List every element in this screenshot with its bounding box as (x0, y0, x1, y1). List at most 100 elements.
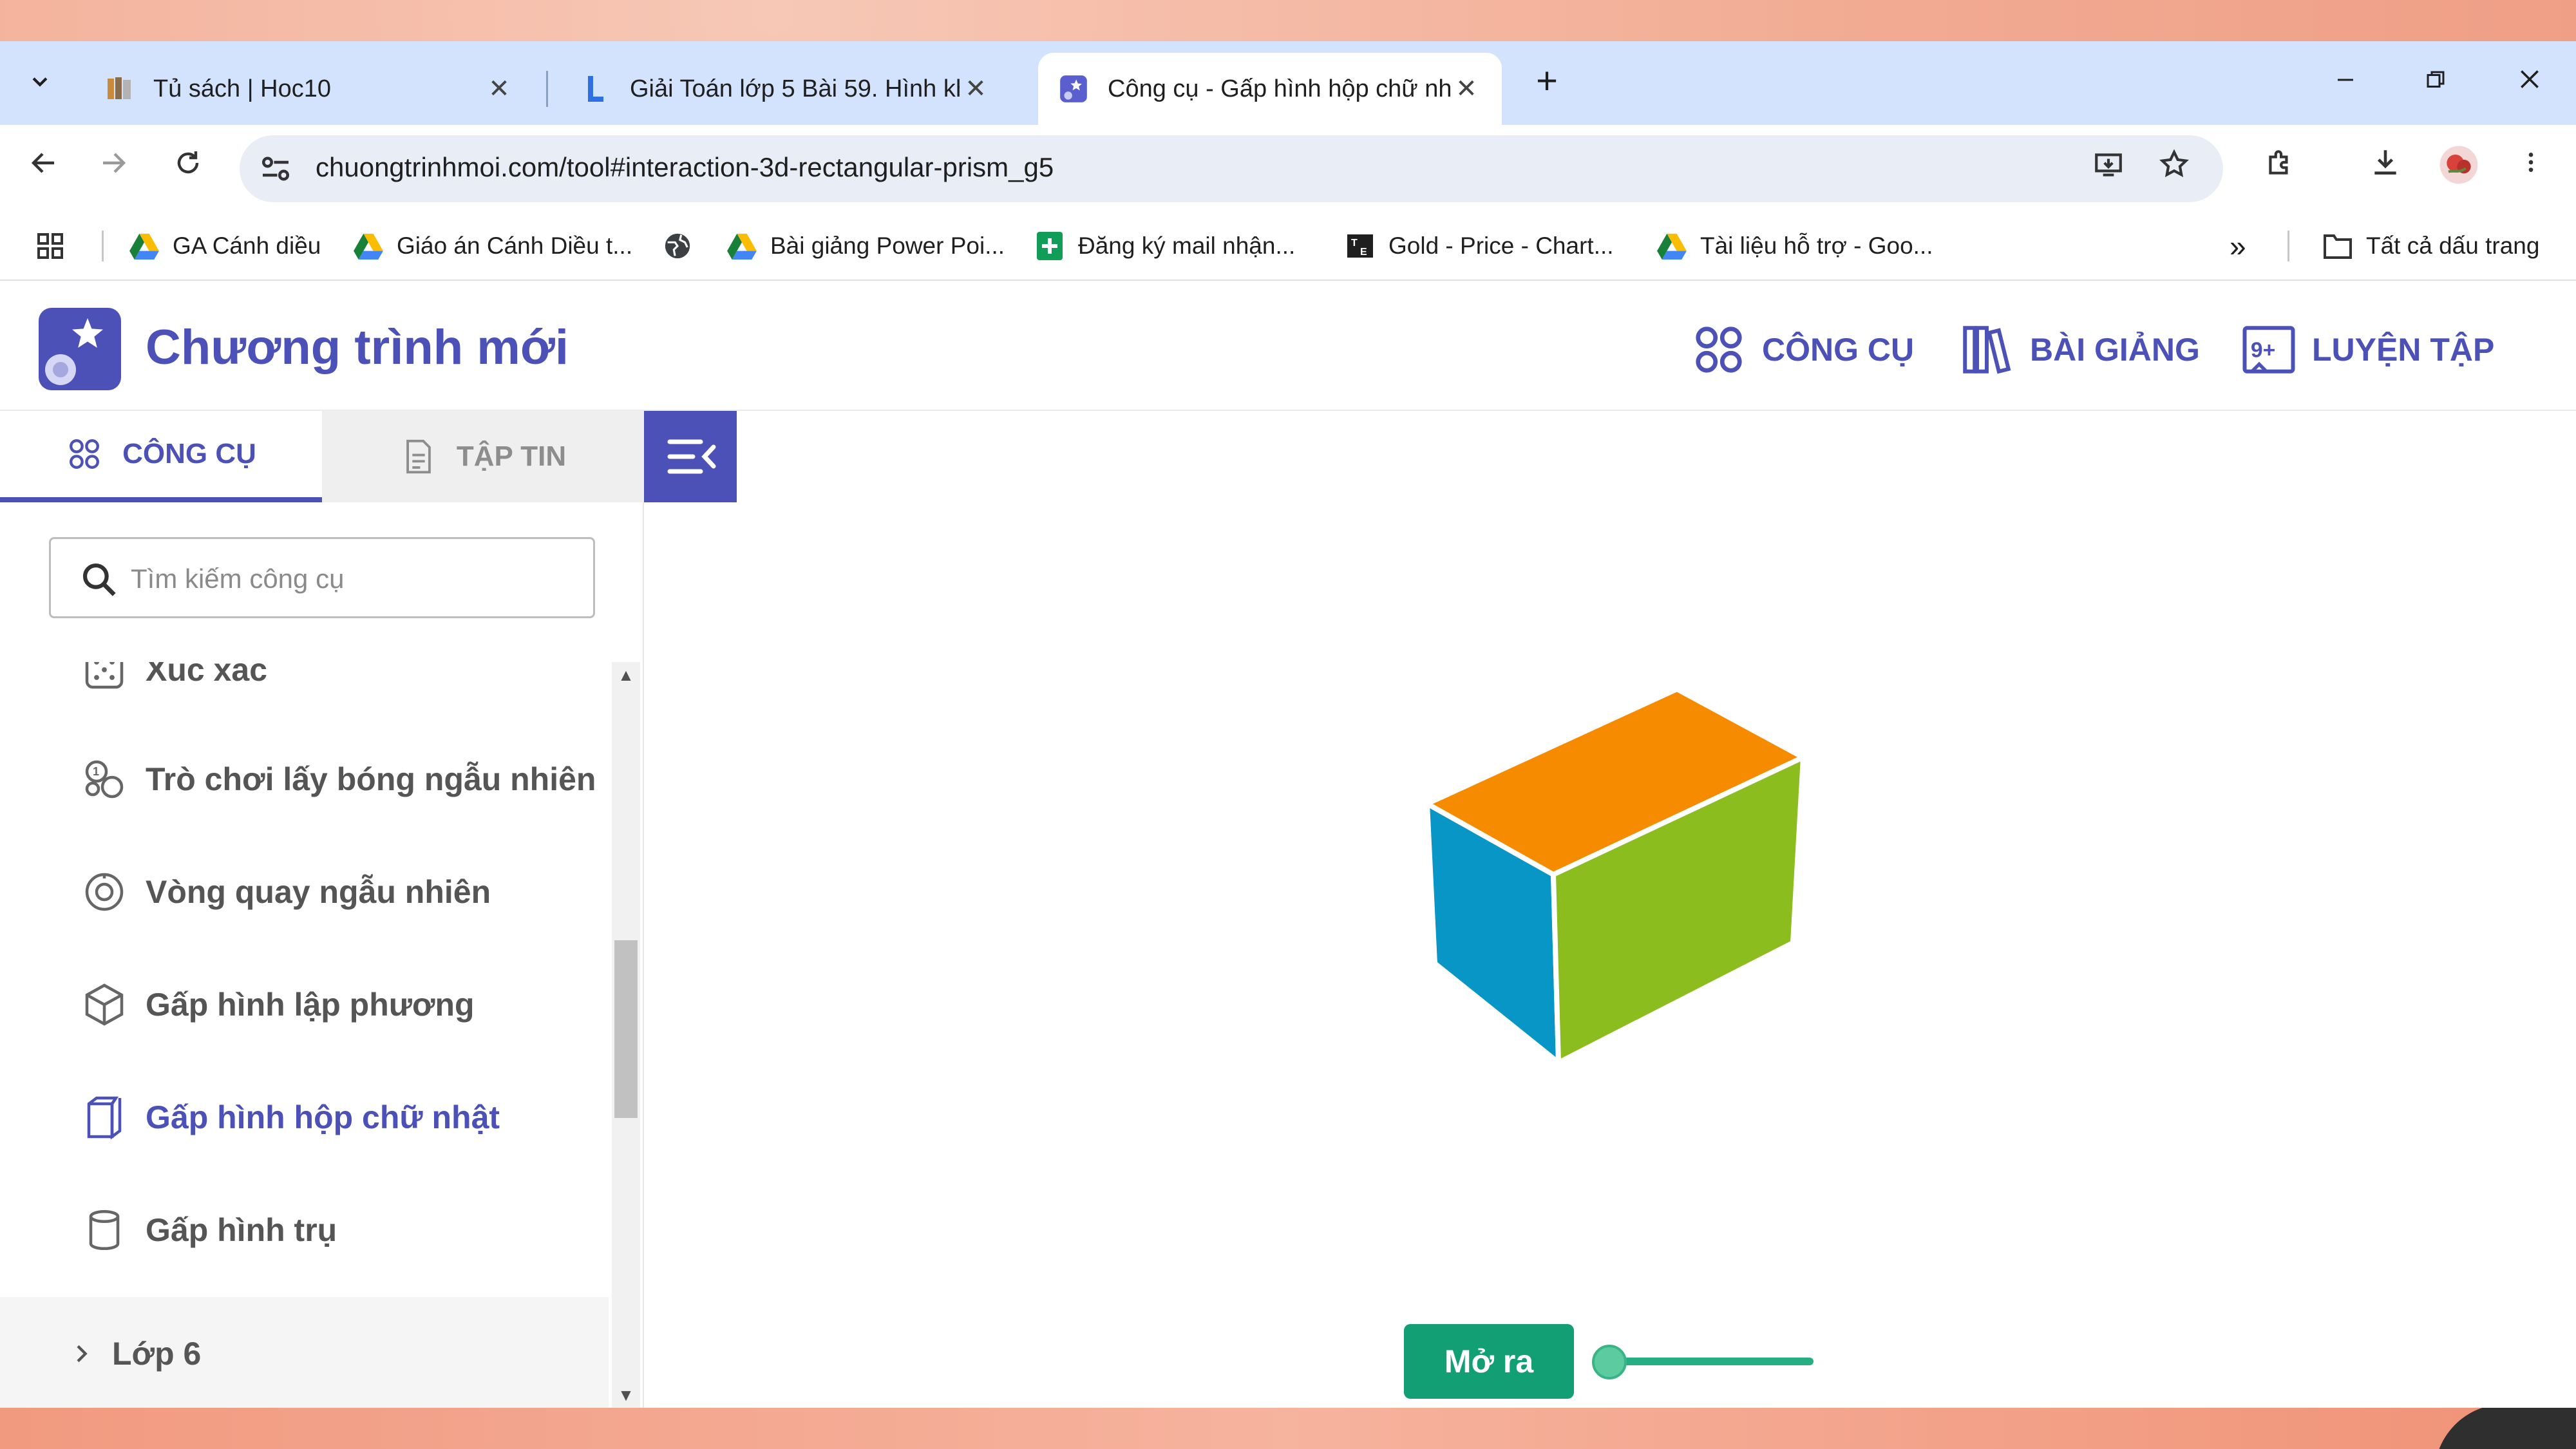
list-item-tro-choi-bong[interactable]: 1 Trò chơi lấy bóng ngẫu nhiên (0, 734, 609, 824)
bookmark-label: GA Cánh diều (173, 232, 321, 259)
all-bookmarks-label: Tất cả dấu trang (2366, 232, 2540, 259)
dice-icon (85, 662, 124, 689)
apps-button[interactable] (35, 229, 66, 263)
close-window-button[interactable] (2497, 57, 2562, 108)
tab-cong-cu[interactable]: Công cụ - Gấp hình hộp chữ nhật ✕ (1038, 53, 1502, 125)
svg-text:1: 1 (93, 765, 99, 778)
collapse-sidebar-button[interactable] (644, 411, 737, 502)
reload-button[interactable] (165, 144, 211, 191)
bookmark-star-icon[interactable] (2154, 148, 2195, 189)
bookmarks-overflow-button[interactable]: » (2230, 229, 2246, 263)
site-settings-icon[interactable] (256, 149, 295, 188)
all-bookmarks-button[interactable]: Tất cả dấu trang (2321, 229, 2539, 263)
tab-hoc10[interactable]: Tủ sách | Hoc10 ✕ (84, 53, 535, 125)
list-item-label: Xúc xắc (146, 662, 268, 688)
nine-plus-icon: 9+ (2242, 326, 2295, 374)
more-vertical-icon (2528, 153, 2533, 172)
bookmark-globe[interactable] (661, 229, 706, 263)
close-icon[interactable]: ✕ (483, 74, 515, 104)
url-text: chuongtrinhmoi.com/tool#interaction-3d-r… (316, 152, 1054, 182)
close-icon[interactable]: ✕ (1450, 74, 1482, 104)
google-drive-icon (725, 229, 759, 263)
restore-icon (2427, 71, 2445, 88)
forward-button[interactable] (90, 144, 137, 191)
site-logo-icon[interactable] (39, 308, 121, 390)
nav-label: BÀI GIẢNG (2030, 332, 2200, 368)
bookmark-gold-price[interactable]: TE Gold - Price - Chart... (1343, 229, 1614, 263)
rectangular-prism-3d[interactable] (1404, 689, 1868, 1101)
close-icon[interactable]: ✕ (960, 74, 992, 104)
extensions-button[interactable] (2257, 144, 2303, 191)
collapse-menu-icon (667, 439, 716, 474)
google-drive-icon (352, 229, 385, 263)
desktop-background-bottom (0, 1408, 2576, 1449)
tab-tap-tin[interactable]: TẬP TIN (322, 411, 644, 502)
bookmark-giao-an[interactable]: Giáo án Cánh Diều t... (352, 229, 632, 263)
puzzle-icon (2269, 150, 2288, 175)
bookmark-dang-ky-mail[interactable]: Đăng ký mail nhận... (1033, 229, 1295, 263)
tool-search-input[interactable] (131, 558, 575, 600)
apps-grid-icon (37, 233, 63, 259)
minimize-button[interactable] (2313, 57, 2378, 108)
te-icon: TE (1343, 229, 1377, 263)
nav-cong-cu[interactable]: CÔNG CỤ (1690, 321, 1914, 379)
page-content: Chương trình mới CÔNG CỤ BÀI GIẢNG 9+ LU… (0, 282, 2576, 1408)
list-item-label: Vòng quay ngẫu nhiên (146, 874, 491, 910)
chevron-down-icon (32, 77, 48, 87)
browser-toolbar: chuongtrinhmoi.com/tool#interaction-3d-r… (0, 125, 2576, 210)
open-button[interactable]: Mở ra (1404, 1324, 1574, 1399)
google-drive-icon (1655, 229, 1689, 263)
bookmark-ga-canh-dieu[interactable]: GA Cánh diều (128, 229, 321, 263)
nav-label: LUYỆN TẬP (2312, 332, 2495, 368)
scroll-down-arrow[interactable]: ▼ (612, 1382, 640, 1408)
tool-search-field[interactable] (49, 537, 595, 618)
new-tab-button[interactable]: + (1526, 61, 1567, 102)
globe-icon (661, 229, 694, 263)
bookmark-label: Gold - Price - Chart... (1388, 232, 1614, 259)
tool-list: Xúc xắc 1 Trò chơi lấy bóng ngẫu nhiên V… (0, 662, 612, 1408)
nav-bai-giang[interactable]: BÀI GIẢNG (1958, 321, 2200, 379)
scroll-thumb[interactable] (614, 940, 638, 1118)
back-arrow-icon (31, 153, 54, 173)
list-item-xuc-xac[interactable]: Xúc xắc (0, 662, 609, 715)
install-app-icon[interactable] (2088, 148, 2129, 189)
list-item-hinh-tru[interactable]: Gấp hình trụ (0, 1185, 609, 1275)
tab-cong-cu[interactable]: CÔNG CỤ (0, 411, 322, 502)
nav-luyen-tap[interactable]: 9+ LUYỆN TẬP (2240, 321, 2494, 379)
downloads-button[interactable] (2362, 144, 2409, 191)
tab-separator (546, 71, 548, 107)
svg-text:T: T (1351, 238, 1358, 249)
tool-canvas: Mở ra (737, 411, 2576, 1408)
browser-menu-button[interactable] (2508, 144, 2554, 191)
bookmark-label: Đăng ký mail nhận... (1078, 232, 1296, 259)
reload-icon (177, 151, 199, 174)
tools-sidebar: CÔNG CỤ TẬP TIN Xúc xắc 1 Trò (0, 411, 737, 1408)
list-item-lop-6[interactable]: Lớp 6 (0, 1297, 609, 1408)
list-item-vong-quay[interactable]: Vòng quay ngẫu nhiên (0, 847, 609, 937)
profile-avatar[interactable] (2436, 144, 2482, 191)
tab-title: Công cụ - Gấp hình hộp chữ nhật (1108, 75, 1450, 102)
list-item-label: Gấp hình hộp chữ nhật (146, 1099, 500, 1135)
cylinder-icon (89, 1209, 120, 1251)
unfold-slider-thumb[interactable] (1592, 1345, 1627, 1379)
sidebar-scrollbar[interactable]: ▲ ▼ (612, 662, 640, 1408)
bookmark-bai-giang[interactable]: Bài giảng Power Poi... (725, 229, 1005, 263)
bookmark-tai-lieu[interactable]: Tài liệu hỗ trợ - Goo... (1655, 229, 1933, 263)
chevron-right-icon (77, 1345, 88, 1363)
list-item-lap-phuong[interactable]: Gấp hình lập phương (0, 960, 609, 1050)
bookmark-label: Bài giảng Power Poi... (770, 232, 1005, 259)
back-button[interactable] (21, 144, 67, 191)
scroll-up-arrow[interactable]: ▲ (612, 662, 640, 688)
cube-icon (85, 983, 124, 1026)
nav-label: CÔNG CỤ (1762, 332, 1915, 368)
tab-giai-toan[interactable]: Giải Toán lớp 5 Bài 59. Hình khai ✕ (560, 53, 1011, 125)
restore-button[interactable] (2403, 57, 2468, 108)
side-tab-label: CÔNG CỤ (122, 438, 256, 469)
box-icon (87, 1096, 122, 1140)
site-title[interactable]: Chương trình mới (146, 319, 569, 375)
tab-search-button[interactable] (18, 59, 62, 103)
address-bar[interactable]: chuongtrinhmoi.com/tool#interaction-3d-r… (240, 135, 2223, 202)
unfold-slider-track[interactable] (1607, 1358, 1814, 1365)
list-item-hop-chu-nhat[interactable]: Gấp hình hộp chữ nhật (0, 1072, 609, 1162)
grid-circles-icon (1696, 327, 1742, 373)
